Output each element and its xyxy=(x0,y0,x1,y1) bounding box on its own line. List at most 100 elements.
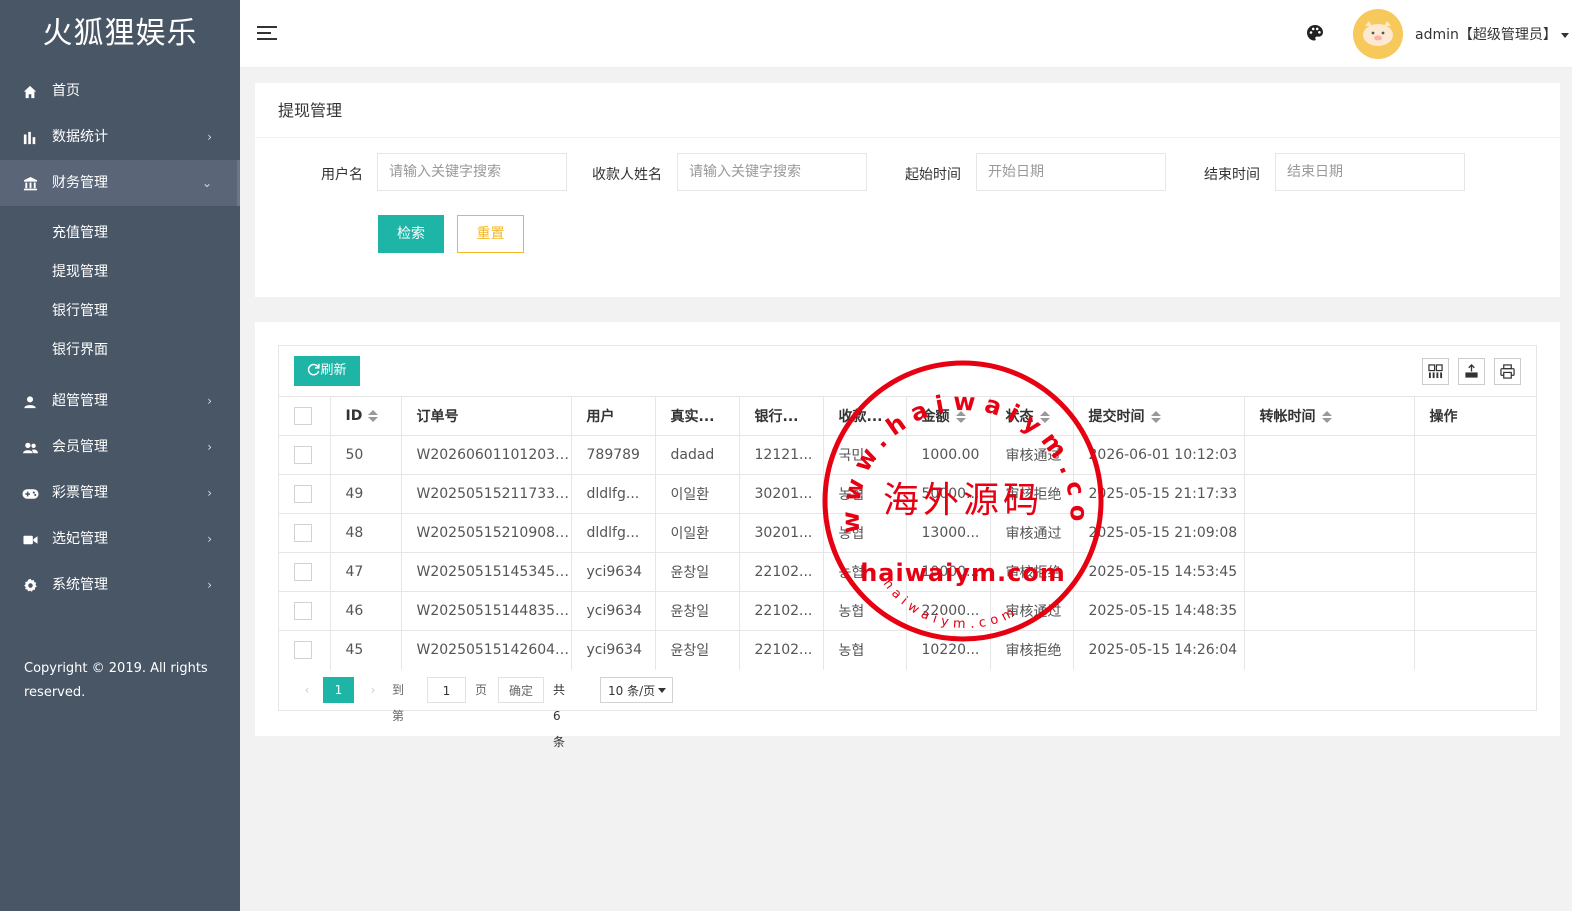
row-checkbox[interactable] xyxy=(294,485,312,503)
page-current[interactable]: 1 xyxy=(323,677,354,703)
end-date-input[interactable]: 结束日期 xyxy=(1275,153,1465,191)
row-checkbox[interactable] xyxy=(294,524,312,542)
cell-bank: 30201... xyxy=(739,474,824,514)
select-all-checkbox[interactable] xyxy=(294,407,312,425)
sidebar-subitem-bank[interactable]: 银行管理 xyxy=(0,292,240,331)
refresh-button[interactable]: 刷新 xyxy=(294,356,360,386)
goto-page-input[interactable]: 1 xyxy=(427,677,466,703)
sidebar-item-home[interactable]: 首页 xyxy=(0,68,240,114)
sidebar-item-selection[interactable]: 选妃管理 › xyxy=(0,516,240,562)
cell-amount: 1000.00 xyxy=(906,435,991,475)
cell-order: W2025051514534573 xyxy=(401,552,572,592)
cell-amount: 10000... xyxy=(906,552,991,592)
print-icon[interactable] xyxy=(1494,358,1521,385)
table-header-row: ID 订单号 用户 真实... 银行... 收款... 金额 状态 提交时间 转… xyxy=(279,396,1536,436)
sort-icon[interactable] xyxy=(368,410,379,422)
cell-user: dldlfg... xyxy=(571,474,656,514)
goto-label: 到第 xyxy=(392,683,405,723)
total-count: 共 6 条 xyxy=(553,683,566,749)
col-submit-time[interactable]: 提交时间 xyxy=(1073,396,1245,436)
cell-transfer-time xyxy=(1244,591,1415,631)
sort-icon[interactable] xyxy=(955,411,966,423)
prev-page-icon[interactable]: ‹ xyxy=(297,677,317,703)
user-menu[interactable]: admin【超级管理员】 xyxy=(1415,24,1569,44)
sidebar-item-label: 财务管理 xyxy=(52,175,108,191)
table-row[interactable]: 49 W2025051521173385 dldlfg... 이일환 30201... 농… xyxy=(279,474,1536,514)
sidebar-item-lottery[interactable]: 彩票管理 › xyxy=(0,470,240,516)
col-order: 订单号 xyxy=(401,396,572,436)
row-select-cell xyxy=(279,474,331,514)
cell-payee: 농협 xyxy=(823,513,907,553)
goto-confirm-button[interactable]: 确定 xyxy=(498,677,544,703)
cell-transfer-time xyxy=(1244,435,1415,475)
cell-real-name: 이일환 xyxy=(655,474,740,514)
sidebar-subitem-bank-ui[interactable]: 银行界面 xyxy=(0,331,240,370)
palette-icon[interactable] xyxy=(1306,24,1326,44)
sidebar-item-members[interactable]: 会员管理 › xyxy=(0,424,240,470)
start-date-input[interactable]: 开始日期 xyxy=(976,153,1166,191)
sort-icon[interactable] xyxy=(1039,411,1050,423)
table-panel: 刷新 ID 订单号 用户 真实... 银行... 收款... 金额 状态 提交时… xyxy=(255,322,1560,749)
table-row[interactable]: 50 W2026060110120348 789789 dadad 12121... 국민… xyxy=(279,435,1536,475)
cell-actions xyxy=(1414,474,1536,514)
menu-toggle-icon[interactable] xyxy=(257,26,277,42)
col-id[interactable]: ID xyxy=(330,396,402,436)
sidebar-subitem-recharge[interactable]: 充值管理 xyxy=(0,214,240,253)
sidebar-item-finance[interactable]: 财务管理 ⌄ xyxy=(0,160,240,206)
table-row[interactable]: 47 W2025051514534573 yci9634 윤창일 22102... 농협 1… xyxy=(279,552,1536,592)
col-transfer-time[interactable]: 转帐时间 xyxy=(1244,396,1415,436)
sidebar-subitem-withdraw[interactable]: 提现管理 xyxy=(0,253,240,292)
row-checkbox[interactable] xyxy=(294,602,312,620)
username-label: 用户名 xyxy=(321,167,363,183)
row-checkbox[interactable] xyxy=(294,446,312,464)
sort-icon[interactable] xyxy=(1150,411,1161,423)
row-select-cell xyxy=(279,630,331,670)
cell-user: 789789 xyxy=(571,435,656,475)
table-row[interactable]: 46 W2025051514483592 yci9634 윤창일 22102... 농협 2… xyxy=(279,591,1536,631)
page-size-select[interactable]: 10 条/页 xyxy=(600,677,673,703)
col-status[interactable]: 状态 xyxy=(990,396,1074,436)
refresh-icon xyxy=(308,363,321,376)
row-checkbox[interactable] xyxy=(294,641,312,660)
cell-id: 48 xyxy=(330,513,402,553)
search-button[interactable]: 检索 xyxy=(378,215,444,253)
cell-submit-time: 2025-05-15 21:09:08 xyxy=(1073,513,1245,553)
table-row[interactable]: 45 W2025051514260489 yci9634 윤창일 22102... 농협 1… xyxy=(279,630,1536,670)
col-amount[interactable]: 金额 xyxy=(906,396,991,436)
reset-button[interactable]: 重置 xyxy=(457,215,524,253)
cell-user: dldlfg... xyxy=(571,513,656,553)
row-select-cell xyxy=(279,552,331,592)
page-title: 提现管理 xyxy=(255,83,1560,138)
export-icon[interactable] xyxy=(1458,358,1485,385)
cell-actions xyxy=(1414,630,1536,670)
cell-real-name: 이일환 xyxy=(655,513,740,553)
cell-actions xyxy=(1414,435,1536,475)
cell-order: W2026060110120348 xyxy=(401,435,572,475)
col-bank: 银行... xyxy=(739,396,824,436)
sidebar-item-system[interactable]: 系统管理 › xyxy=(0,562,240,608)
user-icon xyxy=(20,378,40,424)
table-row[interactable]: 48 W2025051521090895 dldlfg... 이일환 30201... 농… xyxy=(279,513,1536,553)
status-badge: 审核通过 xyxy=(990,435,1074,475)
data-table-container: 刷新 ID 订单号 用户 真实... 银行... 收款... 金额 状态 提交时… xyxy=(278,345,1537,749)
username-search-input[interactable]: 请输入关键字搜索 xyxy=(377,153,567,191)
sort-icon[interactable] xyxy=(1321,411,1332,423)
sidebar-item-label: 系统管理 xyxy=(52,577,108,593)
sidebar-item-data-stats[interactable]: 数据统计 › xyxy=(0,114,240,160)
payee-search-input[interactable]: 请输入关键字搜索 xyxy=(677,153,867,191)
bank-icon xyxy=(20,160,40,206)
withdraw-table: ID 订单号 用户 真实... 银行... 收款... 金额 状态 提交时间 转… xyxy=(279,396,1536,670)
row-checkbox[interactable] xyxy=(294,563,312,581)
columns-filter-icon[interactable] xyxy=(1422,358,1449,385)
sidebar-item-label: 超管管理 xyxy=(52,393,108,409)
avatar[interactable] xyxy=(1353,9,1403,59)
gear-icon xyxy=(20,562,40,608)
cell-submit-time: 2025-05-15 14:26:04 xyxy=(1073,630,1245,670)
cell-amount: 50000... xyxy=(906,474,991,514)
sidebar-item-super-admin[interactable]: 超管管理 › xyxy=(0,378,240,424)
select-all-cell xyxy=(279,396,331,436)
next-page-icon[interactable]: › xyxy=(363,677,383,703)
cell-payee: 국민... xyxy=(823,435,907,475)
app-logo[interactable]: 火狐狸娱乐 xyxy=(0,0,240,68)
chevron-right-icon: › xyxy=(207,440,212,454)
